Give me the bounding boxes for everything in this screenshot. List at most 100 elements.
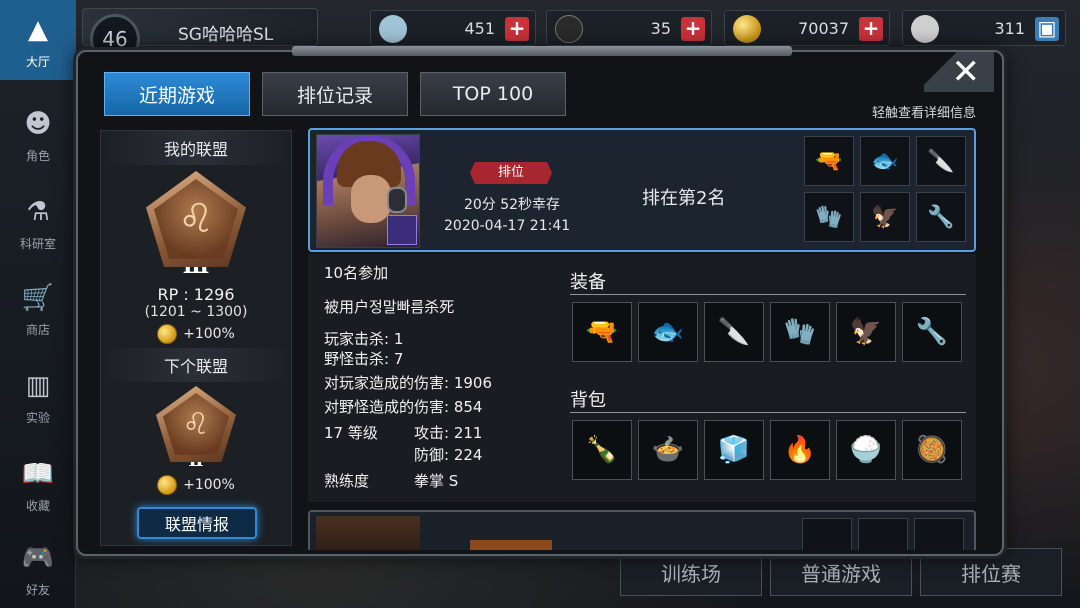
bonus-text: +100% — [183, 477, 235, 493]
nav-item-lab[interactable]: ⚗ 科研室 — [0, 182, 76, 262]
resource-value: 311 — [994, 19, 1025, 38]
side-nav: ▲ 大厅 ☻ 角色 ⚗ 科研室 🛒 商店 ▥ 实验 📖 收藏 🎮 好友 — [0, 0, 76, 608]
lighter-icon[interactable]: 🔥 — [770, 420, 830, 480]
lion-icon: ♌ — [163, 393, 229, 455]
equipment-title: 装备 — [570, 272, 606, 293]
next-emblem-icon: ♌ — [156, 386, 236, 462]
match-card[interactable]: 排位 20分 52秒幸存 2020-04-17 21:41 排在第2名 🔫 🐟 … — [308, 128, 976, 252]
ticket-icon — [555, 15, 583, 43]
books-icon: ▥ — [25, 370, 51, 401]
killed-by: 被用户정말빠름杀死 — [324, 298, 455, 316]
next-alliance-title: 下个联盟 — [101, 348, 291, 382]
participants: 10名参加 — [324, 264, 389, 282]
defense-text: 防御: 224 — [414, 446, 483, 464]
accessory-icon[interactable]: 🦅 — [836, 302, 896, 362]
accessory-icon: 🦅 — [860, 192, 910, 242]
placing-text: 排在第2名 — [642, 188, 726, 209]
weapon-thumb-icon — [387, 215, 417, 245]
proficiency-label: 熟练度 — [324, 472, 370, 490]
rice-bowl-icon[interactable]: 🍚 — [836, 420, 896, 480]
match-items-grid: 🔫 🐟 🔪 🧤 🦅 🔧 — [804, 136, 966, 242]
flask-icon: ⚗ — [26, 196, 50, 227]
damage-to-monsters: 对野怪造成的伤害: 854 — [324, 398, 483, 416]
alliance-panel: 我的联盟 ♌ Ⅲ RP : 1296 (1201 ~ 1300) +100% 下… — [100, 130, 292, 546]
nav-item-lobby[interactable]: ▲ 大厅 — [0, 0, 76, 80]
divider — [570, 294, 966, 295]
damage-to-players: 对玩家造成的伤害: 1906 — [324, 374, 492, 392]
helmet-icon: 🐟 — [860, 136, 910, 186]
ice-icon[interactable]: 🧊 — [704, 420, 764, 480]
rp-range: (1201 ~ 1300) — [144, 304, 248, 320]
nav-label: 好友 — [25, 582, 50, 597]
character-icon: ☻ — [24, 108, 52, 139]
blade-icon: 🔪 — [916, 136, 966, 186]
bag-title: 背包 — [570, 390, 606, 411]
my-alliance-title: 我的联盟 — [101, 131, 291, 165]
glove-icon[interactable]: 🧤 — [770, 302, 830, 362]
nav-label: 商店 — [25, 322, 50, 337]
nav-label: 角色 — [25, 148, 50, 163]
tab-top-100[interactable]: TOP 100 — [420, 72, 566, 116]
attack-text: 攻击: 211 — [414, 424, 483, 442]
player-name: SG哈哈哈SL — [178, 25, 274, 45]
rifle-icon: 🔧 — [916, 192, 966, 242]
player-kills: 玩家击杀: 1 — [324, 330, 404, 348]
add-ticket-button[interactable]: + — [681, 17, 705, 41]
resource-value: 451 — [464, 19, 495, 38]
crystal-icon — [379, 15, 407, 43]
dish-icon[interactable]: 🥘 — [902, 420, 962, 480]
rifle-icon[interactable]: 🔧 — [902, 302, 962, 362]
modal-handle — [292, 46, 792, 56]
nav-item-friends[interactable]: 🎮 好友 — [0, 528, 76, 608]
gun-icon[interactable]: 🔫 — [572, 302, 632, 362]
resource-crystal: 451 + — [370, 10, 536, 46]
survival-time: 20分 52秒幸存 — [463, 197, 561, 213]
headphones-icon — [387, 187, 407, 213]
add-crystal-button[interactable]: + — [505, 17, 529, 41]
bottle-icon[interactable]: 🍾 — [572, 420, 632, 480]
alliance-info-button[interactable]: 联盟情报 — [137, 507, 257, 539]
match-detail: 10名参加 被用户정말빠름杀死 玩家击杀: 1 野怪击杀: 7 对玩家造成的伤害… — [308, 254, 976, 502]
item-slot — [802, 518, 852, 550]
add-coin-button[interactable]: + — [859, 17, 883, 41]
resource-bp: 311 ▣ — [902, 10, 1066, 46]
nav-item-experiment[interactable]: ▥ 实验 — [0, 356, 76, 436]
helmet-icon[interactable]: 🐟 — [638, 302, 698, 362]
lion-icon: ♌ — [154, 179, 238, 259]
tab-rank-record[interactable]: 排位记录 — [262, 72, 408, 116]
resource-value: 35 — [650, 19, 671, 38]
blade-icon[interactable]: 🔪 — [704, 302, 764, 362]
equipment-row: 🔫 🐟 🔪 🧤 🦅 🔧 — [572, 302, 962, 362]
close-button[interactable]: ✕ — [924, 52, 994, 92]
mode-badge — [470, 540, 552, 550]
nav-item-shop[interactable]: 🛒 商店 — [0, 268, 76, 348]
coin-icon — [157, 324, 178, 344]
stew-bowl-icon[interactable]: 🍲 — [638, 420, 698, 480]
coin-icon — [733, 15, 761, 43]
bag-row: 🍾 🍲 🧊 🔥 🍚 🥘 — [572, 420, 962, 480]
monster-kills: 野怪击杀: 7 — [324, 350, 404, 368]
divider — [570, 412, 966, 413]
modal-tabs: 近期游戏 排位记录 TOP 100 — [104, 72, 566, 116]
nav-item-collection[interactable]: 📖 收藏 — [0, 444, 76, 524]
tab-recent-games[interactable]: 近期游戏 — [104, 72, 250, 116]
gun-icon: 🔫 — [804, 136, 854, 186]
bp-info-button[interactable]: ▣ — [1035, 17, 1059, 41]
my-bonus: +100% — [101, 324, 291, 344]
next-bonus: +100% — [101, 475, 291, 495]
match-datetime: 2020-04-17 21:41 — [444, 218, 571, 234]
alliance-emblem-icon: ♌ — [146, 171, 246, 267]
item-slot — [914, 518, 964, 550]
resource-value: 70037 — [798, 19, 849, 38]
match-history-modal: ✕ 近期游戏 排位记录 TOP 100 轻触查看详细信息 我的联盟 ♌ Ⅲ RP… — [76, 46, 1004, 556]
item-slot — [858, 518, 908, 550]
gamepad-icon: 🎮 — [21, 542, 55, 573]
bonus-text: +100% — [183, 326, 235, 342]
nav-label: 科研室 — [19, 236, 56, 251]
match-card-next[interactable] — [308, 510, 976, 550]
cart-icon: 🛒 — [21, 282, 55, 313]
nav-item-character[interactable]: ☻ 角色 — [0, 94, 76, 174]
rp-value: RP : 1296 — [157, 285, 235, 304]
mode-badge: 排位 — [470, 162, 552, 184]
level-text: 17 等级 — [324, 424, 378, 442]
